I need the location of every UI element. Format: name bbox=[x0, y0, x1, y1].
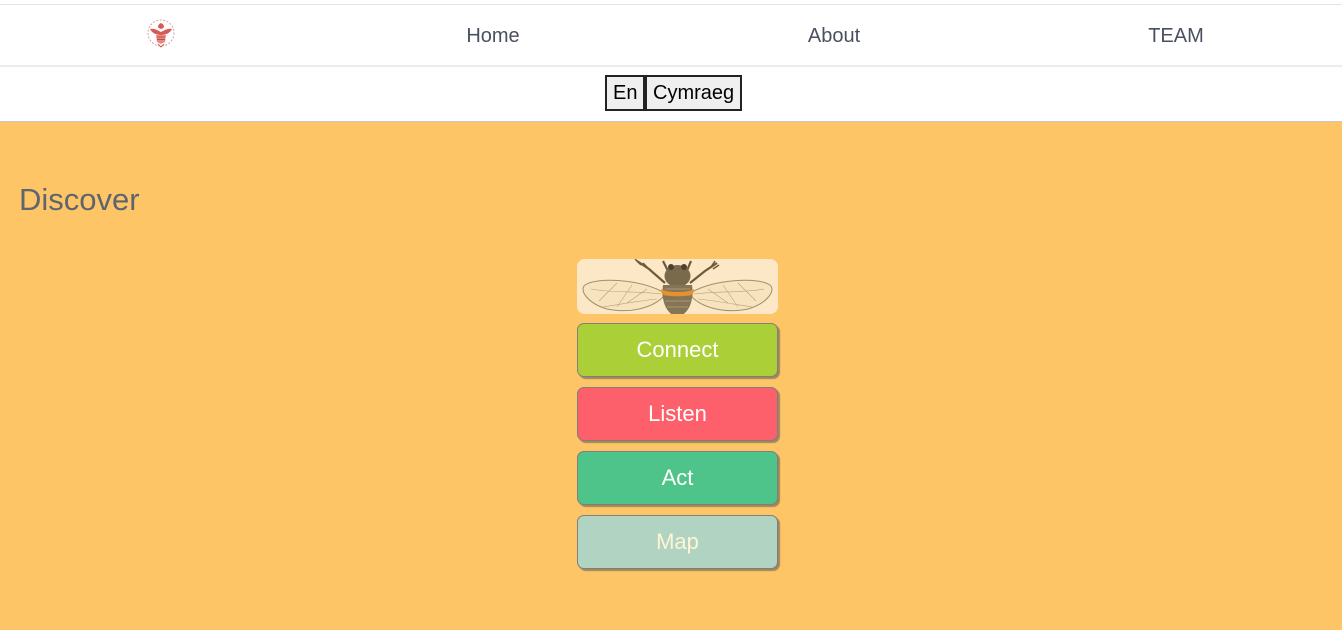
nav-about-link[interactable]: About bbox=[808, 5, 860, 67]
nav-home-link[interactable]: Home bbox=[466, 5, 519, 67]
act-button[interactable]: Act bbox=[577, 451, 778, 505]
crest-logo-icon[interactable] bbox=[145, 16, 177, 50]
discover-section: Discover Connect Listen Act Map bbox=[0, 122, 1342, 630]
connect-button[interactable]: Connect bbox=[577, 323, 778, 377]
welsh-language-button[interactable]: Cymraeg bbox=[645, 75, 742, 111]
bumblebee-image bbox=[577, 259, 778, 314]
listen-button[interactable]: Listen bbox=[577, 387, 778, 441]
nav-team-link[interactable]: TEAM bbox=[1148, 5, 1204, 67]
main-navbar: Home About TEAM bbox=[0, 5, 1342, 67]
english-language-button[interactable]: En bbox=[605, 75, 645, 111]
map-button[interactable]: Map bbox=[577, 515, 778, 569]
page-title: Discover bbox=[19, 182, 140, 217]
language-bar: En Cymraeg bbox=[0, 67, 1342, 122]
